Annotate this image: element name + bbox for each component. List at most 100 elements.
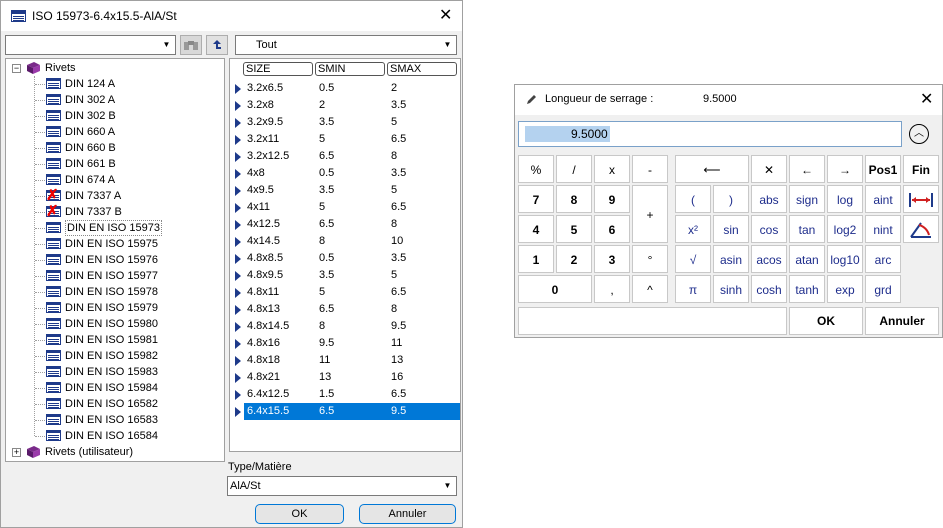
function-key-button[interactable]: aint [865,185,901,213]
tree-item[interactable]: DIN EN ISO 16582 [65,396,158,412]
function-key-button[interactable]: ) [713,185,749,213]
key-button[interactable]: 0 [518,275,592,303]
key-plus-button[interactable]: + [632,185,668,243]
function-key-button[interactable]: x² [675,215,711,243]
table-row[interactable]: 3.2x12.5 6.5 8 [234,148,460,165]
backspace-key-button[interactable]: ⟵ [675,155,749,183]
close-icon[interactable]: ✕ [920,92,933,108]
key-button[interactable]: 2 [556,245,592,273]
function-key-button[interactable]: arc [865,245,901,273]
table-row[interactable]: 4.8x13 6.5 8 [234,301,460,318]
pos1-key-button[interactable]: Pos1 [865,155,901,183]
table-row[interactable]: 4x11 5 6.5 [234,199,460,216]
cursor-left-key-button[interactable]: ← [789,155,825,183]
tree-item[interactable]: DIN EN ISO 15979 [65,300,158,316]
chevron-down-icon[interactable]: ▼ [159,37,174,53]
size-grid[interactable]: SIZE SMIN SMAX 3.2x6.5 0.5 2 3.2x8 2 3.5 3.2x9… [229,58,461,452]
function-key-button[interactable]: grd [865,275,901,303]
table-row[interactable]: 4.8x16 9.5 11 [234,335,460,352]
column-header-smax[interactable]: SMAX [387,62,457,76]
table-row[interactable]: 3.2x11 5 6.5 [234,131,460,148]
key-button[interactable]: 1 [518,245,554,273]
tree-item[interactable]: DIN EN ISO 15980 [65,316,158,332]
key-button[interactable]: 3 [594,245,630,273]
filter-combo[interactable]: Tout ▼ [235,35,457,55]
key-button[interactable]: - [632,155,668,183]
ok-button[interactable]: OK [789,307,863,335]
column-header-smin[interactable]: SMIN [315,62,385,76]
tree-item[interactable]: DIN 7337 A [65,188,121,204]
key-button[interactable]: 6 [594,215,630,243]
ok-button[interactable]: OK [255,504,344,524]
column-header-size[interactable]: SIZE [243,62,313,76]
key-button[interactable]: 5 [556,215,592,243]
table-row[interactable]: 3.2x9.5 3.5 5 [234,114,460,131]
clear-key-button[interactable]: ✕ [751,155,787,183]
function-key-button[interactable]: tanh [789,275,825,303]
function-key-button[interactable]: tan [789,215,825,243]
table-row[interactable]: 4.8x9.5 3.5 5 [234,267,460,284]
function-key-button[interactable]: exp [827,275,863,303]
tree-root-rivets-user[interactable]: Rivets (utilisateur) [45,444,133,460]
function-key-button[interactable]: sinh [713,275,749,303]
tree-item[interactable]: DIN EN ISO 16584 [65,428,158,444]
table-row[interactable]: 4x8 0.5 3.5 [234,165,460,182]
function-key-button[interactable]: log2 [827,215,863,243]
table-row[interactable]: 4.8x21 13 16 [234,369,460,386]
tree-item[interactable]: DIN 302 B [65,108,116,124]
table-row[interactable]: 4.8x11 5 6.5 [234,284,460,301]
key-button[interactable]: / [556,155,592,183]
table-row[interactable]: 3.2x6.5 0.5 2 [234,80,460,97]
function-key-button[interactable]: cos [751,215,787,243]
function-key-button[interactable]: abs [751,185,787,213]
measure-distance-icon[interactable] [903,185,939,213]
tree-item[interactable]: DIN 7337 B [65,204,122,220]
function-key-button[interactable]: nint [865,215,901,243]
table-row[interactable]: 4x12.5 6.5 8 [234,216,460,233]
rivet-standards-tree[interactable]: − Rivets DIN 124 A DIN 302 A DIN 302 B DIN 66… [5,58,225,462]
function-key-button[interactable]: sin [713,215,749,243]
table-row[interactable]: 3.2x8 2 3.5 [234,97,460,114]
table-row[interactable]: 4x9.5 3.5 5 [234,182,460,199]
tree-item[interactable]: DIN 674 A [65,172,115,188]
cursor-right-key-button[interactable]: → [827,155,863,183]
tree-item[interactable]: DIN EN ISO 15982 [65,348,158,364]
key-button[interactable]: x [594,155,630,183]
key-button[interactable]: ^ [632,275,668,303]
key-button[interactable]: 9 [594,185,630,213]
function-key-button[interactable]: asin [713,245,749,273]
function-key-button[interactable]: √ [675,245,711,273]
tree-item[interactable]: DIN EN ISO 16583 [65,412,158,428]
table-row[interactable]: 6.4x15.5 6.5 9.5 [234,403,460,420]
expand-toggle-icon[interactable]: + [12,448,21,457]
tree-item[interactable]: DIN 661 B [65,156,116,172]
key-button[interactable]: , [594,275,630,303]
table-row[interactable]: 4.8x18 11 13 [234,352,460,369]
end-key-button[interactable]: Fin [903,155,939,183]
function-key-button[interactable]: log [827,185,863,213]
cancel-button[interactable]: Annuler [865,307,939,335]
value-input[interactable]: 9.5000 [518,121,902,147]
function-key-button[interactable]: sign [789,185,825,213]
type-combo[interactable]: AlA/St ▼ [227,476,457,496]
up-level-button[interactable] [206,35,228,55]
tree-item[interactable]: DIN EN ISO 15983 [65,364,158,380]
tree-item[interactable]: DIN EN ISO 15981 [65,332,158,348]
function-key-button[interactable]: log10 [827,245,863,273]
function-key-button[interactable]: acos [751,245,787,273]
function-key-button[interactable]: ( [675,185,711,213]
table-row[interactable]: 4.8x8.5 0.5 3.5 [234,250,460,267]
key-button[interactable]: ° [632,245,668,273]
table-row[interactable]: 4.8x14.5 8 9.5 [234,318,460,335]
tree-item[interactable]: DIN 660 A [65,124,115,140]
tree-item[interactable]: DIN 124 A [65,76,115,92]
measure-angle-icon[interactable] [903,215,939,243]
key-button[interactable]: 7 [518,185,554,213]
table-row[interactable]: 4x14.5 8 10 [234,233,460,250]
tree-item[interactable]: DIN EN ISO 15984 [65,380,158,396]
binoculars-button[interactable] [180,35,202,55]
tree-item[interactable]: DIN 302 A [65,92,115,108]
key-button[interactable]: % [518,155,554,183]
tree-item[interactable]: DIN 660 B [65,140,116,156]
table-row[interactable]: 6.4x12.5 1.5 6.5 [234,386,460,403]
